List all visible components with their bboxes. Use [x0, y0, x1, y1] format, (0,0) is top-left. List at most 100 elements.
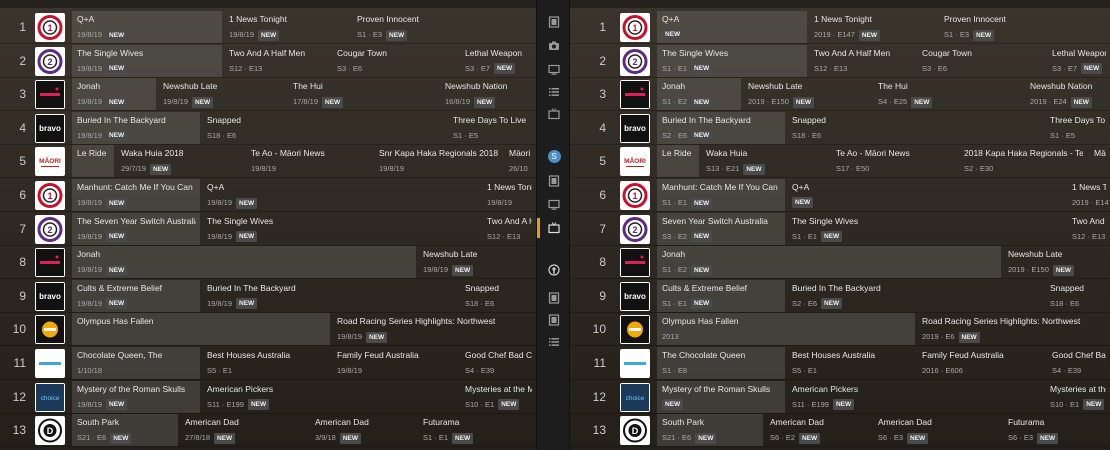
maori-tv-logo[interactable]: MĀORI	[620, 147, 650, 177]
program-cell[interactable]: Q+A NEW	[787, 179, 1065, 211]
film-icon[interactable]	[537, 312, 571, 328]
program-cell[interactable]: Māori 26/10	[504, 145, 536, 177]
program-cell[interactable]: Jonah S1 · E2 NEW	[657, 78, 741, 111]
program-cell[interactable]: Cults & Extreme Belief S1 · E1 NEW	[657, 279, 785, 312]
program-cell[interactable]: Two And A Half Men S12 · E13	[809, 45, 915, 77]
program-cell[interactable]: Q+A NEW	[657, 11, 807, 43]
channel-one-logo[interactable]: 1	[35, 13, 65, 42]
program-cell[interactable]: Seven Year Switch Australia S3 · E2 NEW	[657, 212, 785, 245]
maori-tv-logo[interactable]: MĀORI	[35, 147, 65, 177]
program-cell[interactable]: Proven Innocent S1 · E3 NEW	[939, 11, 1110, 43]
channel-three-plus-logo[interactable]	[620, 349, 650, 378]
program-cell[interactable]: South Park S21 · E6 NEW	[657, 414, 763, 447]
channel-three-logo[interactable]	[620, 80, 650, 110]
program-cell[interactable]: Snapped S18 · E6	[787, 112, 1043, 144]
program-cell[interactable]: The Single Wives S1 · E1 NEW	[657, 44, 807, 77]
film-icon[interactable]	[537, 14, 571, 30]
bravo-logo[interactable]: bravo	[35, 113, 65, 143]
program-cell[interactable]: Proven Innocent S1 · E3 NEW	[352, 11, 536, 43]
program-cell[interactable]: Buried In The Backyard S2 · E6 NEW	[657, 111, 785, 144]
program-cell[interactable]: American Dad 27/8/18 NEW	[180, 414, 308, 446]
program-cell[interactable]: Mystery of the Roman Skulls 19/8/19 NEW	[72, 380, 200, 413]
program-cell[interactable]: Le Ride	[72, 145, 114, 178]
program-cell[interactable]: American Dad S6 · E3 NEW	[873, 414, 1001, 446]
monitor-icon[interactable]	[537, 62, 571, 78]
program-cell[interactable]: Manhunt: Catch Me If You Can 19/8/19 NEW	[72, 179, 200, 211]
duke-logo[interactable]: D	[35, 416, 65, 446]
duke-logo[interactable]: D	[620, 416, 650, 446]
program-cell[interactable]: Snr Kapa Haka Regionals 2018 19/8/19	[374, 145, 502, 177]
program-cell[interactable]: Three Days To Live S1 · E5	[448, 112, 536, 144]
program-cell[interactable]: Good Chef Bad Chef S4 · E39	[460, 347, 536, 379]
program-cell[interactable]: Olympus Has Fallen 2013	[657, 313, 915, 346]
program-cell[interactable]: 1 News Tonight 19/8/19	[482, 179, 536, 211]
program-cell[interactable]: Newshub Late 2019 · E150 NEW	[743, 78, 871, 110]
channel-three-logo[interactable]	[35, 80, 65, 110]
program-cell[interactable]: Buried In The Backyard 19/8/19 NEW	[202, 280, 458, 312]
program-cell[interactable]: Buried In The Backyard 19/8/19 NEW	[72, 111, 200, 144]
program-cell[interactable]: Futurama S6 · E3 NEW	[1003, 414, 1110, 446]
program-cell[interactable]: 1 News Tonight 2019 · E147	[1067, 179, 1110, 211]
program-cell[interactable]: Jonah 19/8/19 NEW	[72, 246, 416, 279]
program-cell[interactable]: Two And A Half Men S12 · E13	[224, 45, 330, 77]
program-cell[interactable]: Manhunt: Catch Me If You Can S1 · E1 NEW	[657, 179, 785, 211]
channel-one-logo[interactable]: 1	[620, 181, 650, 210]
program-cell[interactable]: Lethal Weapon S3 · E7 NEW	[460, 45, 536, 77]
program-cell[interactable]: 1 News Tonight 2019 · E147 NEW	[809, 11, 937, 43]
program-cell[interactable]: Q+A 19/8/19 NEW	[72, 11, 222, 43]
program-cell[interactable]: The Single Wives 19/8/19 NEW	[72, 44, 222, 77]
program-cell[interactable]: South Park S21 · E6 NEW	[72, 414, 178, 447]
program-cell[interactable]: 2018 Kapa Haka Regionals - Te Tai T S2 · …	[959, 145, 1087, 177]
channel-two-logo[interactable]: 2	[620, 46, 650, 76]
prime-logo[interactable]	[35, 315, 65, 345]
program-cell[interactable]: Cougar Town S3 · E6	[917, 45, 1045, 77]
program-cell[interactable]: Family Feud Australia 2016 · E606	[917, 347, 1045, 379]
program-cell[interactable]: The Single Wives S1 · E1 NEW	[787, 213, 1065, 245]
film-icon[interactable]	[537, 290, 571, 306]
channel-two-logo[interactable]: 2	[620, 214, 650, 244]
channel-one-logo[interactable]: 1	[620, 13, 650, 42]
program-cell[interactable]: The Hui 17/8/19 NEW	[288, 78, 438, 110]
channel-three-plus-logo[interactable]	[35, 349, 65, 378]
program-cell[interactable]: Te Ao - Māori News 19/8/19	[246, 145, 372, 177]
program-cell[interactable]: Le Ride	[657, 145, 699, 178]
channel-one-logo[interactable]: 1	[35, 181, 65, 210]
program-cell[interactable]: Futurama S1 · E1 NEW	[418, 414, 536, 446]
program-cell[interactable]: Road Racing Series Highlights: Northwest…	[332, 313, 536, 345]
choice-tv-logo[interactable]: choice	[35, 382, 65, 412]
program-cell[interactable]: Best Houses Australia S5 · E1	[787, 347, 915, 379]
camera-icon[interactable]	[537, 38, 571, 54]
program-cell[interactable]: Mystery of the Roman Skulls NEW	[657, 380, 785, 413]
program-cell[interactable]: 1 News Tonight 19/8/19 NEW	[224, 11, 350, 43]
choice-tv-logo[interactable]: choice	[620, 382, 650, 412]
program-cell[interactable]: The Chocolate Queen S1 · E8	[657, 347, 785, 379]
podcast-icon[interactable]	[537, 262, 571, 278]
program-cell[interactable]: The Single Wives 19/8/19 NEW	[202, 213, 480, 245]
program-cell[interactable]: American Pickers S11 · E199 NEW	[202, 381, 458, 413]
program-cell[interactable]: Waka Huia S13 · E21 NEW	[701, 145, 829, 177]
program-cell[interactable]: Road Racing Series Highlights: Northwest…	[917, 313, 1110, 345]
bravo-logo[interactable]: bravo	[620, 281, 650, 311]
channel-three-logo[interactable]	[620, 248, 650, 278]
program-cell[interactable]: Newshub Late 19/8/19 NEW	[418, 246, 536, 278]
program-cell[interactable]: Jonah S1 · E2 NEW	[657, 246, 1001, 279]
list-icon[interactable]	[537, 84, 571, 100]
film-icon[interactable]	[537, 173, 571, 189]
program-cell[interactable]: Q+A 19/8/19 NEW	[202, 179, 480, 211]
program-cell[interactable]: Snapped S18 · E6	[460, 280, 536, 312]
program-cell[interactable]: Snapped S18 · E6	[1045, 280, 1110, 312]
program-cell[interactable]: Chocolate Queen, The 1/10/18	[72, 347, 200, 379]
program-cell[interactable]: Cults & Extreme Belief 19/8/19 NEW	[72, 279, 200, 312]
program-cell[interactable]: Family Feud Australia 19/8/19	[332, 347, 458, 379]
program-cell[interactable]: Snapped S18 · E6	[202, 112, 446, 144]
program-cell[interactable]: Te Ao - Māori News S17 · E50	[831, 145, 957, 177]
monitor-icon[interactable]	[537, 197, 571, 213]
prime-logo[interactable]	[620, 315, 650, 345]
program-cell[interactable]: Māori	[1089, 145, 1110, 177]
user-avatar[interactable]: S	[537, 148, 571, 164]
channel-two-logo[interactable]: 2	[35, 214, 65, 244]
program-cell[interactable]: The Hui S4 · E25 NEW	[873, 78, 1023, 110]
program-cell[interactable]: Newshub Nation 16/8/19 NEW	[440, 78, 536, 110]
program-cell[interactable]: Mysteries at the Museum S10 · E1NEW	[460, 381, 536, 413]
channel-three-logo[interactable]	[35, 248, 65, 278]
